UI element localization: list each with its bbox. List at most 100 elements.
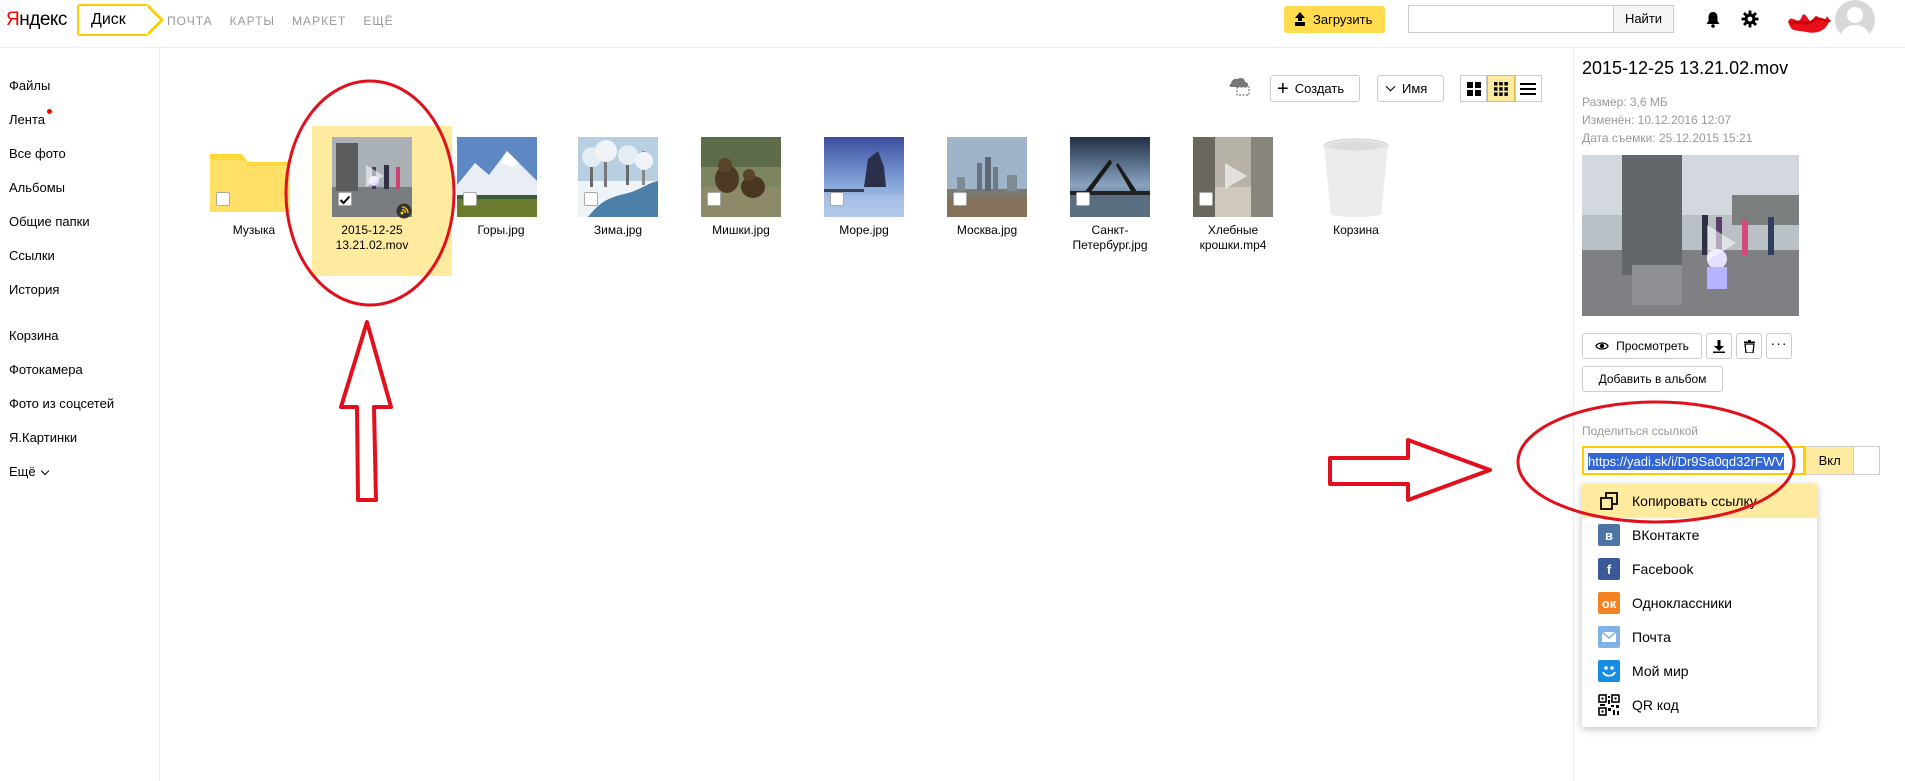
file-checkbox-checked[interactable] <box>338 192 352 206</box>
file-name: Корзина <box>1333 223 1379 237</box>
details-title: 2015-12-25 13.21.02.mov <box>1582 58 1789 78</box>
sidebar-item-social-photos[interactable]: Фото из соцсетей <box>9 396 149 430</box>
add-to-album-label: Добавить в альбом <box>1598 372 1707 386</box>
annotation-arrow-up <box>339 320 393 502</box>
logo-text: ндекс <box>19 9 67 30</box>
user-avatar[interactable] <box>1835 0 1875 40</box>
sidebar-item-label: Корзина <box>9 328 59 343</box>
sidebar-item-label: Файлы <box>9 78 51 93</box>
preview-button[interactable]: Просмотреть <box>1582 333 1702 359</box>
file-name: Горы.jpg <box>477 223 525 237</box>
ok-icon: ок <box>1598 592 1620 614</box>
file-name-line2: Петербург.jpg <box>1072 238 1148 252</box>
toggle-knob <box>1853 447 1879 474</box>
sidebar-item-feed[interactable]: Лента <box>9 109 149 146</box>
sidebar-item-more[interactable]: Ещё <box>9 464 149 498</box>
file-checkbox[interactable] <box>463 192 477 206</box>
sidebar-item-label: Лента <box>9 112 45 127</box>
upload-icon <box>1294 12 1306 25</box>
sidebar-item-albums[interactable]: Альбомы <box>9 180 149 214</box>
delete-button[interactable] <box>1736 333 1762 359</box>
sidebar-item-label: История <box>9 282 60 297</box>
username-redacted-scribble <box>1788 14 1832 33</box>
file-name: Зима.jpg <box>593 223 643 237</box>
sidebar-item-label: Ещё <box>9 464 36 479</box>
details-modified: Изменён: 10.12.2016 12:07 <box>1582 113 1732 127</box>
share-item-label: Почта <box>1632 629 1671 645</box>
cleanup-trash-icon[interactable] <box>1228 76 1250 96</box>
search-input[interactable] <box>1408 5 1614 33</box>
main-divider <box>159 48 160 781</box>
video-preview[interactable] <box>1582 155 1799 316</box>
sidebar-item-camera[interactable]: Фотокамера <box>9 362 149 396</box>
search-button[interactable]: Найти <box>1613 5 1674 33</box>
gear-icon[interactable] <box>1741 10 1759 28</box>
more-actions-button[interactable]: ··· <box>1766 333 1792 359</box>
sidebar-item-shared-folders[interactable]: Общие папки <box>9 214 149 248</box>
top-header: Яндекс Диск ПОЧТА КАРТЫ МАРКЕТ ЕЩЁ Загру… <box>0 0 1905 48</box>
download-button[interactable] <box>1706 333 1732 359</box>
qr-icon <box>1598 694 1620 716</box>
share-item-label: Мой мир <box>1632 663 1689 679</box>
moimir-icon <box>1598 660 1620 682</box>
file-checkbox[interactable] <box>707 192 721 206</box>
share-toggle-label: Вкл <box>1818 453 1841 468</box>
create-button[interactable]: + Создать <box>1270 75 1360 102</box>
sort-label: Имя <box>1402 81 1428 96</box>
sidebar-item-history[interactable]: История <box>9 282 149 316</box>
sidebar-item-ya-images[interactable]: Я.Картинки <box>9 430 149 464</box>
sidebar-item-all-photos[interactable]: Все фото <box>9 146 149 180</box>
file-checkbox[interactable] <box>216 192 230 206</box>
download-icon <box>1713 339 1725 353</box>
avatar-silhouette-icon <box>1839 7 1871 40</box>
share-item-label: Одноклассники <box>1632 595 1733 611</box>
share-menu-item-mail[interactable]: Почта <box>1582 620 1817 654</box>
file-checkbox[interactable] <box>830 192 844 206</box>
share-toggle[interactable]: Вкл <box>1805 446 1880 475</box>
nav-link-mail[interactable]: ПОЧТА <box>167 14 213 28</box>
sidebar-item-links[interactable]: Ссылки <box>9 248 149 282</box>
view-list-button[interactable] <box>1514 75 1542 102</box>
sort-button[interactable]: Имя <box>1377 75 1444 102</box>
plus-icon: + <box>1277 77 1289 100</box>
share-menu-item-qr[interactable]: QR код <box>1582 688 1817 722</box>
file-checkbox[interactable] <box>953 192 967 206</box>
share-menu-item-ok[interactable]: ок Одноклассники <box>1582 586 1817 620</box>
share-menu-item-vk[interactable]: в ВКонтакте <box>1582 518 1817 552</box>
share-menu-item-copy[interactable]: Копировать ссылку <box>1582 484 1817 518</box>
add-to-album-button[interactable]: Добавить в альбом <box>1582 366 1723 392</box>
eye-icon <box>1595 342 1609 350</box>
share-menu-item-facebook[interactable]: f Facebook <box>1582 552 1817 586</box>
nav-link-market[interactable]: МАРКЕТ <box>292 14 346 28</box>
nav-link-maps[interactable]: КАРТЫ <box>230 14 275 28</box>
facebook-icon: f <box>1598 558 1620 580</box>
upload-button[interactable]: Загрузить <box>1284 6 1385 33</box>
view-large-grid-button[interactable] <box>1460 75 1488 102</box>
file-checkbox[interactable] <box>584 192 598 206</box>
share-menu-item-moimir[interactable]: Мой мир <box>1582 654 1817 688</box>
sidebar: Файлы Лента Все фото Альбомы Общие папки… <box>9 78 149 498</box>
service-tab-disk[interactable]: Диск <box>77 4 164 36</box>
more-icon: ··· <box>1770 335 1788 351</box>
sidebar-item-label: Фото из соцсетей <box>9 396 115 411</box>
view-small-grid-button[interactable] <box>1487 75 1515 102</box>
sidebar-item-files[interactable]: Файлы <box>9 78 149 112</box>
sidebar-item-label: Все фото <box>9 146 66 161</box>
share-link-input[interactable]: https://yadi.sk/i/Dr9Sa0qd32rFWV <box>1582 446 1805 475</box>
logo-letter: Я <box>6 9 20 30</box>
trash-bin-icon <box>1323 138 1389 217</box>
bell-icon[interactable] <box>1705 11 1721 28</box>
grid-large-icon <box>1466 81 1481 96</box>
copy-icon <box>1600 492 1618 510</box>
file-name-line2: крошки.mp4 <box>1199 238 1267 252</box>
file-checkbox[interactable] <box>1199 192 1213 206</box>
vk-icon: в <box>1598 524 1620 546</box>
sidebar-item-trash[interactable]: Корзина <box>9 328 149 362</box>
yandex-logo[interactable]: Яндекс <box>6 9 67 31</box>
share-item-label: Facebook <box>1632 561 1694 577</box>
file-checkbox[interactable] <box>1076 192 1090 206</box>
share-item-label: QR код <box>1632 697 1679 713</box>
panel-divider <box>1573 48 1574 781</box>
nav-link-more[interactable]: ЕЩЁ <box>363 14 393 28</box>
file-name: Море.jpg <box>839 223 889 237</box>
